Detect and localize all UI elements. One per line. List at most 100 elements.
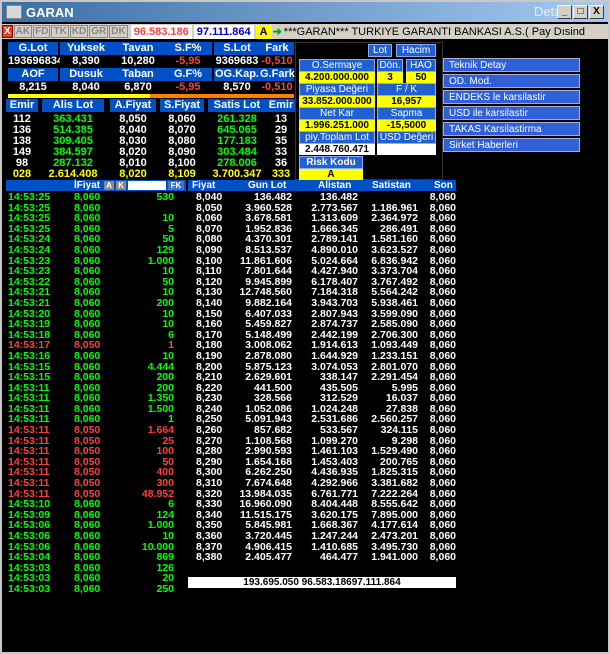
book-row[interactable]: 8,040 136.482 136.482 8,060 — [188, 192, 456, 203]
summary-value2-1: 8,040 — [60, 81, 112, 94]
summary-value1-3: -5,95 — [164, 55, 212, 68]
book-row[interactable]: 8,380 2.405.477 464.477 1.941.000 8,060 — [188, 552, 456, 563]
trades-k-toggle[interactable]: K — [116, 181, 126, 190]
risk-kodu-label: Risk Kodu — [299, 156, 363, 169]
menu-od-mod[interactable]: OD. Mod. — [443, 74, 580, 88]
netkar-label: Net Kar — [299, 107, 375, 120]
summary-header2-5: G.Fark — [260, 68, 295, 81]
book-satistan-header: Satistan — [372, 180, 411, 191]
trades-fk-toggle[interactable]: FK — [168, 181, 184, 190]
tab-ak[interactable]: AK — [13, 25, 33, 38]
usd-degeri-button[interactable]: USD Değeri — [377, 131, 436, 144]
minimize-button[interactable]: _ — [557, 5, 572, 19]
trade-price: 8,060 — [74, 582, 101, 595]
book-gunlot: 3.720.445 — [245, 530, 292, 542]
book-row[interactable]: 8,360 3.720.445 1.247.244 2.473.201 8,060 — [188, 531, 456, 542]
tab-fd[interactable]: FD — [33, 25, 51, 38]
hao-value: 50 — [406, 72, 436, 83]
close-tab-icon[interactable]: X — [2, 25, 13, 38]
summary-header1-1: Yuksek — [60, 42, 112, 55]
trade-qty: 10 — [162, 530, 174, 542]
book-row[interactable]: 8,190 2.878.080 1.644.929 1.233.151 8,060 — [188, 351, 456, 362]
trade-row[interactable]: 14:53:24 8,060 129 — [6, 245, 186, 256]
book-row[interactable]: 8,090 8.513.537 4.890.010 3.623.527 8,060 — [188, 245, 456, 256]
trades-a-toggle[interactable]: A — [104, 181, 114, 190]
sell-pressure-bar — [150, 94, 294, 98]
ticker-text: ***GARAN*** TURKIYE GARANTI BANKASI A.S.… — [283, 25, 585, 38]
menu-takas[interactable]: TAKAS Karsilastirma — [443, 122, 580, 136]
tab-kd[interactable]: KD — [69, 25, 89, 38]
trade-time: 14:53:21 — [8, 296, 51, 309]
book-satistan: 5.938.461 — [371, 296, 418, 309]
book-son: 8,060 — [429, 296, 456, 309]
summary-header1-4: S.Lot — [214, 42, 260, 55]
trade-row[interactable]: 14:53:16 8,060 10 — [6, 351, 186, 362]
trades-list[interactable]: 14:53:25 8,060 530 14:53:25 8,060 14:53:25 8,0… — [6, 192, 186, 652]
trade-price: 8,060 — [74, 192, 101, 203]
lot-button[interactable]: Lot — [368, 44, 392, 57]
trade-qty: 530 — [156, 192, 174, 203]
value-red: 96.583.186 — [130, 24, 192, 39]
value-blue: 97.111.864 — [193, 24, 254, 39]
book-son: 8,060 — [429, 530, 456, 542]
menu-sirket-haberleri[interactable]: Sirket Haberleri — [443, 138, 580, 152]
window-title: GARAN — [26, 4, 74, 20]
trade-price: 8,060 — [74, 530, 101, 542]
maximize-button[interactable]: □ — [573, 5, 588, 19]
sapma-label: Sapma — [377, 107, 436, 120]
trade-time: 14:53:03 — [8, 582, 51, 595]
don-value: 3 — [377, 72, 403, 83]
piyasa-value: 33.852.000.000 — [299, 96, 375, 107]
trades-fiyat-header: İFiyat — [74, 180, 101, 191]
buy-pressure-bar — [8, 94, 150, 98]
toplam-lot-value: 2.448.760.471 — [299, 144, 375, 155]
trade-row[interactable]: 14:53:21 8,060 200 — [6, 298, 186, 309]
fk-value: 16,957 — [377, 96, 436, 107]
summary-value1-4: 9369683 — [214, 55, 260, 68]
menu-usd[interactable]: USD ile karsilastir — [443, 106, 580, 120]
menu-endeks[interactable]: ENDEKS le karsilastir — [443, 90, 580, 104]
summary-header2-3: G.F% — [164, 68, 212, 81]
summary-value1-2: 10,280 — [112, 55, 164, 68]
book-son: 8,060 — [429, 551, 456, 564]
trades-filter-input[interactable] — [128, 181, 166, 190]
trade-qty: 200 — [156, 296, 174, 309]
summary-value2-0: 8,215 — [8, 81, 58, 94]
trade-row[interactable]: 14:53:03 8,060 250 — [6, 584, 186, 595]
tab-tk[interactable]: TK — [51, 25, 69, 38]
hacim-button[interactable]: Hacim — [396, 44, 436, 57]
book-son: 8,060 — [429, 349, 456, 362]
close-button[interactable]: X — [589, 5, 604, 19]
netkar-value: 1.996.251.000 — [299, 120, 375, 131]
trade-qty: 10 — [162, 349, 174, 362]
summary-header1-2: Tavan — [112, 42, 164, 55]
trade-price: 8,060 — [74, 296, 101, 309]
o-sermaye-value: 4.200.000.000 — [299, 72, 375, 83]
book-gunlot: 8.513.537 — [245, 243, 292, 256]
trade-time: 14:53:06 — [8, 530, 51, 542]
depth-header-3: S.Fiyat — [160, 99, 204, 112]
book-alistan: 3.943.703 — [311, 296, 358, 309]
book-row[interactable]: 8,140 9.882.164 3.943.703 5.938.461 8,060 — [188, 298, 456, 309]
price-book[interactable]: 8,040 136.482 136.482 8,060 8,050 3.960.528 2.… — [188, 192, 456, 577]
title-bar[interactable]: GARAN Detay _ □ X — [2, 2, 608, 22]
summary-value1-0: 193696834 — [8, 55, 64, 68]
app-window: GARAN Detay _ □ X X AK FD TK KD GR DK 96… — [0, 0, 610, 654]
summary-value1-1: 8,390 — [60, 55, 112, 68]
risk-kodu-value: A — [299, 169, 363, 180]
trade-row[interactable]: 14:53:06 8,060 10 — [6, 531, 186, 542]
book-son: 8,060 — [429, 192, 456, 203]
arrow-right-icon[interactable]: ➜ — [273, 25, 282, 38]
menu-teknik-detay[interactable]: Teknik Detay — [443, 58, 580, 72]
book-price: 8,190 — [196, 349, 223, 362]
tab-dk[interactable]: DK — [109, 25, 128, 38]
book-header: Fiyat Gun Lot Alistan Satistan Son — [188, 180, 456, 191]
piyasa-label: Piyasa Değeri — [299, 83, 375, 96]
trade-row[interactable]: 14:53:25 8,060 530 — [6, 192, 186, 203]
book-satistan: 3.623.527 — [371, 243, 418, 256]
usd-value — [377, 144, 436, 155]
trades-header: İFiyat A K FK — [6, 180, 186, 191]
tab-gr[interactable]: GR — [89, 25, 109, 38]
book-gunlot: 2.405.477 — [245, 551, 292, 564]
sapma-value: -15,5000 — [377, 120, 436, 131]
